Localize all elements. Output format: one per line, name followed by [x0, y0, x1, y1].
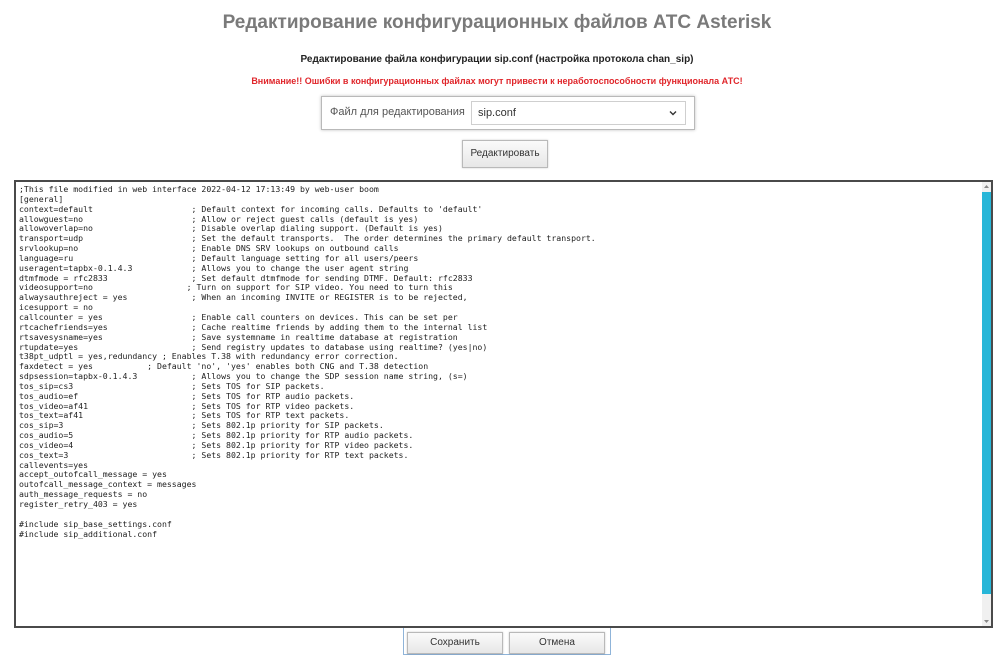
- config-editor-page: Редактирование конфигурационных файлов А…: [0, 0, 994, 655]
- scroll-thumb[interactable]: [982, 192, 991, 594]
- file-selector-label: Файл для редактирования: [330, 106, 465, 118]
- warning-message: Внимание!! Ошибки в конфигурационных фай…: [251, 76, 743, 86]
- scroll-down-arrow-icon[interactable]: [984, 619, 989, 624]
- scroll-up-arrow-icon[interactable]: [984, 184, 989, 189]
- file-selector-panel: Файл для редактирования sip.conf: [321, 96, 695, 130]
- chevron-down-icon: [669, 111, 677, 116]
- config-content[interactable]: ;This file modified in web interface 202…: [19, 184, 979, 539]
- save-button[interactable]: Сохранить: [407, 632, 503, 654]
- editor-scrollbar[interactable]: [982, 182, 991, 626]
- edit-button[interactable]: Редактировать: [462, 140, 548, 168]
- file-select-dropdown[interactable]: sip.conf: [471, 101, 686, 125]
- file-select-value: sip.conf: [478, 107, 516, 119]
- page-title: Редактирование конфигурационных файлов А…: [222, 12, 772, 33]
- cancel-button[interactable]: Отмена: [509, 632, 605, 654]
- config-textarea[interactable]: ;This file modified in web interface 202…: [14, 180, 993, 628]
- page-subtitle: Редактирование файла конфигурации sip.co…: [300, 54, 694, 65]
